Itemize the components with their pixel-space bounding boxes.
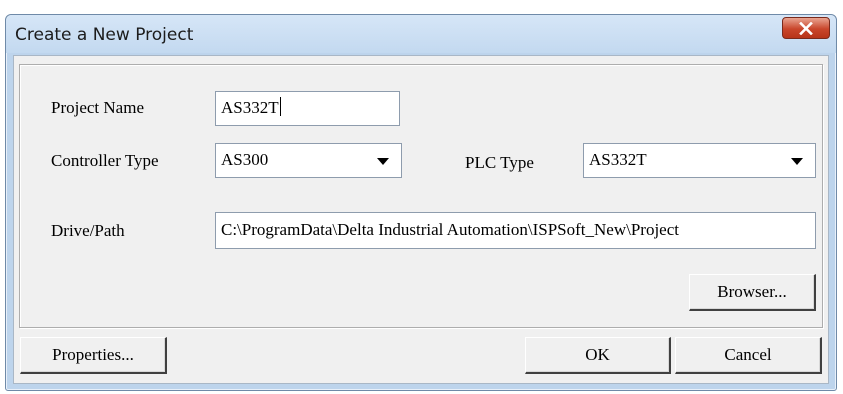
close-button[interactable] <box>782 17 830 39</box>
chevron-down-icon[interactable] <box>791 158 803 165</box>
ok-button-label: OK <box>585 345 610 364</box>
controller-type-label: Controller Type <box>51 151 159 170</box>
project-name-input[interactable]: AS332T <box>215 91 400 126</box>
text-caret <box>279 97 281 116</box>
drive-path-label: Drive/Path <box>51 221 125 240</box>
browser-button-label: Browser... <box>717 282 787 301</box>
ok-button[interactable]: OK <box>525 337 671 374</box>
controller-type-select[interactable]: AS300 <box>215 143 402 178</box>
browser-button[interactable]: Browser... <box>689 274 816 311</box>
properties-button[interactable]: Properties... <box>20 337 167 374</box>
plc-type-select[interactable]: AS332T <box>583 143 816 178</box>
drive-path-input[interactable]: C:\ProgramData\Delta Industrial Automati… <box>215 212 816 249</box>
controller-type-value: AS300 <box>221 150 269 169</box>
create-project-dialog: Create a New Project Project Name AS332T… <box>5 14 837 391</box>
cancel-button-label: Cancel <box>724 345 772 364</box>
project-name-label: Project Name <box>51 98 144 117</box>
plc-type-value: AS332T <box>589 150 647 169</box>
project-settings-group: Project Name AS332T Controller Type AS30… <box>19 64 823 328</box>
drive-path-value: C:\ProgramData\Delta Industrial Automati… <box>221 220 679 239</box>
chevron-down-icon[interactable] <box>377 158 389 165</box>
cancel-button[interactable]: Cancel <box>675 337 822 374</box>
dialog-body: Project Name AS332T Controller Type AS30… <box>13 55 829 384</box>
dialog-title: Create a New Project <box>15 25 194 45</box>
project-name-value: AS332T <box>221 98 279 117</box>
title-bar[interactable]: Create a New Project <box>6 15 836 53</box>
plc-type-label: PLC Type <box>465 153 534 172</box>
close-icon <box>799 21 813 35</box>
properties-button-label: Properties... <box>52 345 134 364</box>
